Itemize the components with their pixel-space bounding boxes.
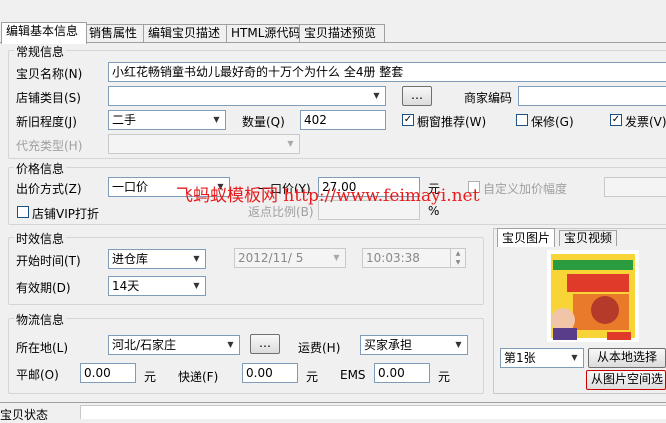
ems-unit: 元 [438, 370, 451, 384]
mail-fee-input[interactable]: 0.00 [80, 363, 136, 383]
picture-index-value: 第1张 [504, 351, 536, 365]
tab-sales-attributes[interactable]: 销售属性 [84, 24, 146, 42]
tab-description-preview[interactable]: 宝贝描述预览 [299, 24, 385, 42]
freight-select[interactable]: 买家承担 ▼ [360, 335, 468, 355]
quantity-label: 数量(Q) [242, 115, 285, 129]
rebate-percent: % [428, 204, 440, 218]
ems-fee-input[interactable]: 0.00 [374, 363, 430, 383]
express-unit: 元 [306, 370, 319, 384]
chevron-down-icon: ▼ [193, 254, 200, 263]
start-time-label: 开始时间(T) [16, 254, 81, 268]
merchant-code-input[interactable] [518, 86, 666, 106]
price-method-label: 出价方式(Z) [16, 182, 82, 196]
express-fee-input[interactable]: 0.00 [242, 363, 298, 383]
price-method-value: 一口价 [112, 180, 149, 194]
location-browse-button[interactable]: … [250, 334, 280, 354]
logistics-info-title: 物流信息 [14, 311, 67, 328]
ems-label: EMS [340, 368, 366, 382]
top-strip [0, 0, 666, 22]
condition-value: 二手 [112, 113, 137, 127]
location-select[interactable]: 河北/石家庄 ▼ [108, 335, 240, 355]
chevron-down-icon: ▼ [193, 281, 200, 290]
validity-label: 有效期(D) [16, 281, 71, 295]
start-date-picker[interactable]: 2012/11/ 5 ▼ [234, 248, 346, 268]
agent-type-label: 代充类型(H) [16, 139, 83, 153]
custom-increment-label: 自定义加价幅度 [483, 182, 568, 196]
recommend-checkbox[interactable]: ✓ [402, 114, 414, 126]
item-name-input[interactable]: 小红花畅销童书幼儿最好奇的十万个为什么 全4册 整套 [108, 62, 666, 82]
express-label: 快递(F) [178, 370, 219, 384]
vip-discount-checkbox[interactable] [17, 206, 29, 218]
watermark-text: 飞蚂蚁模板网 http://www.feimayi.net [176, 186, 480, 206]
agent-type-select[interactable]: ▼ [108, 134, 300, 154]
select-local-button[interactable]: 从本地选择 [588, 348, 666, 368]
mail-label: 平邮(O) [16, 368, 59, 382]
location-label: 所在地(L) [16, 341, 69, 355]
tab-item-picture[interactable]: 宝贝图片 [497, 228, 556, 247]
chevron-down-icon: ▼ [213, 115, 220, 124]
quantity-input[interactable]: 402 [300, 110, 386, 130]
general-info-title: 常规信息 [14, 43, 67, 60]
calendar-dropdown-icon: ▼ [333, 253, 340, 262]
chevron-down-icon: ▼ [373, 91, 380, 100]
select-image-space-button[interactable]: 从图片空间选 [586, 370, 666, 390]
chevron-down-icon: ▼ [287, 139, 294, 148]
chevron-down-icon: ▼ [571, 353, 578, 362]
item-status-label: 宝贝状态 [0, 408, 49, 422]
product-thumbnail[interactable] [547, 250, 639, 342]
condition-label: 新旧程度(J) [16, 115, 77, 129]
tab-bar: 编辑基本信息 销售属性 编辑宝贝描述 HTML源代码 宝贝描述预览 [0, 22, 666, 44]
book-cover-image [547, 250, 639, 342]
category-browse-button[interactable]: … [402, 86, 432, 106]
recommend-label: 橱窗推荐(W) [417, 115, 487, 129]
start-time-spinner[interactable]: 10:03:38 ▲ ▼ [362, 248, 466, 268]
picture-index-select[interactable]: 第1张 ▼ [500, 348, 584, 368]
vip-discount-label: 店铺VIP打折 [32, 207, 99, 221]
item-name-label: 宝贝名称(N) [16, 67, 83, 81]
shop-category-select[interactable]: ▼ [108, 86, 386, 106]
shop-category-label: 店铺类目(S) [16, 91, 81, 105]
freight-value: 买家承担 [364, 338, 413, 352]
tab-html-source[interactable]: HTML源代码 [226, 24, 302, 42]
tab-edit-description[interactable]: 编辑宝贝描述 [143, 24, 229, 42]
validity-select[interactable]: 14天 ▼ [108, 276, 206, 296]
warranty-label: 保修(G) [531, 115, 574, 129]
invoice-label: 发票(V) [625, 115, 666, 129]
validity-value: 14天 [112, 279, 140, 293]
location-value: 河北/石家庄 [112, 338, 177, 352]
spinner-arrows-icon: ▲ ▼ [450, 249, 465, 267]
start-time-clock-value: 10:03:38 [366, 251, 420, 265]
start-time-value: 进仓库 [112, 252, 149, 266]
chevron-down-icon: ▼ [227, 340, 234, 349]
custom-increment-input[interactable] [604, 177, 666, 197]
invoice-checkbox[interactable]: ✓ [610, 114, 622, 126]
timing-info-title: 时效信息 [14, 230, 67, 247]
tab-basic-info[interactable]: 编辑基本信息 [1, 22, 87, 44]
chevron-down-icon: ▼ [455, 340, 462, 349]
price-info-title: 价格信息 [14, 160, 67, 177]
warranty-checkbox[interactable] [516, 114, 528, 126]
start-time-select[interactable]: 进仓库 ▼ [108, 249, 206, 269]
freight-label: 运费(H) [298, 341, 341, 355]
start-date-value: 2012/11/ 5 [238, 251, 304, 265]
merchant-code-label: 商家编码 [464, 91, 513, 105]
mail-unit: 元 [144, 370, 157, 384]
item-status-field [80, 405, 666, 419]
tab-item-video[interactable]: 宝贝视频 [559, 230, 618, 246]
status-divider [0, 402, 666, 403]
condition-select[interactable]: 二手 ▼ [108, 110, 226, 130]
